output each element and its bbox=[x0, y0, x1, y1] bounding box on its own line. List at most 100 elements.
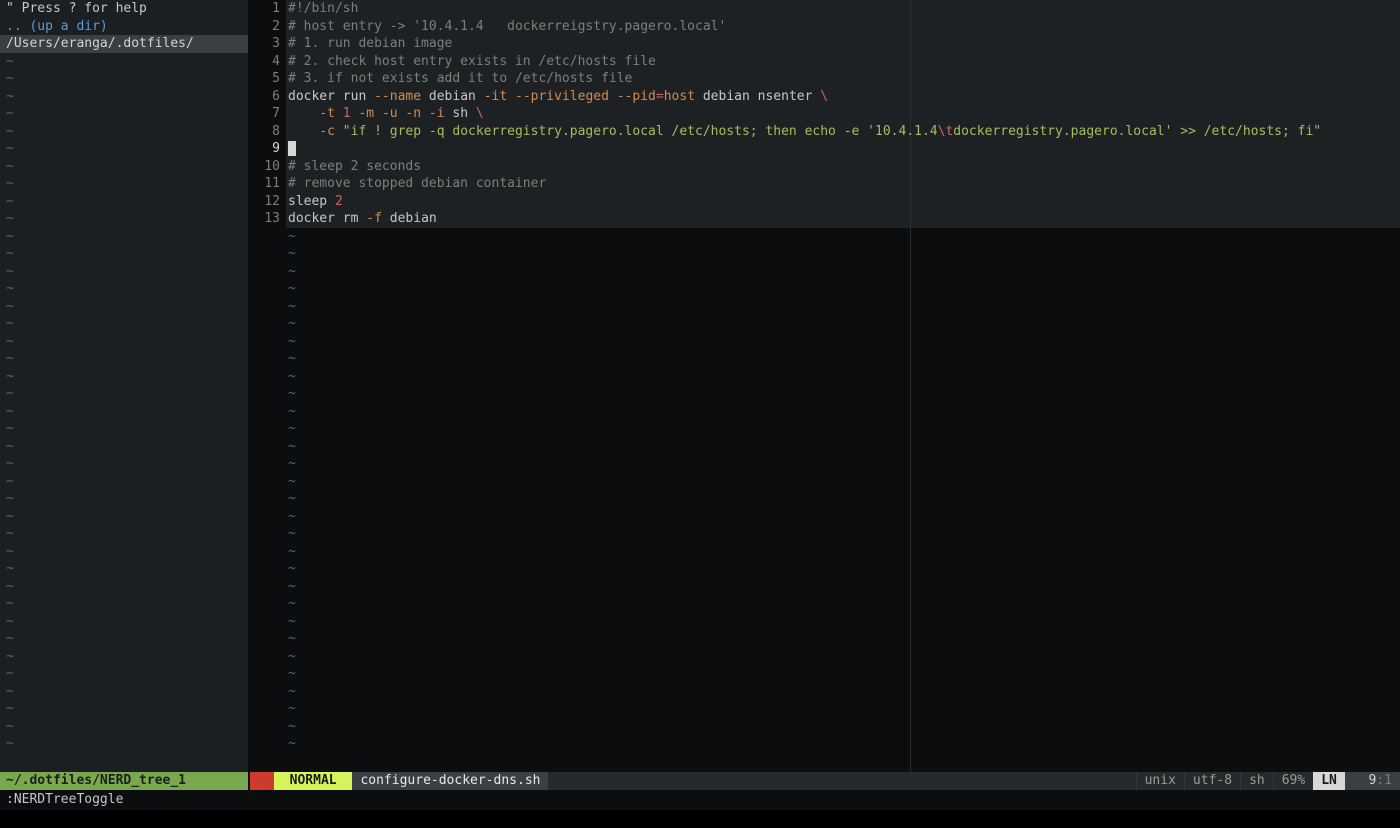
empty-line-tilde: ~ bbox=[286, 578, 1400, 596]
gutter-line-number: 6 bbox=[250, 88, 280, 106]
status-position: 9:1 bbox=[1345, 772, 1400, 790]
empty-line-tilde: ~ bbox=[0, 368, 248, 386]
empty-line-tilde: ~ bbox=[0, 105, 248, 123]
statusline-nerdtree: ~/.dotfiles/NERD_tree_1 bbox=[0, 772, 250, 790]
empty-line-tilde: ~ bbox=[0, 385, 248, 403]
empty-line-tilde: ~ bbox=[286, 455, 1400, 473]
empty-line-tilde: ~ bbox=[286, 525, 1400, 543]
empty-line-tilde: ~ bbox=[286, 473, 1400, 491]
empty-line-tilde: ~ bbox=[286, 665, 1400, 683]
vim-app: " Press ? for help .. (up a dir) /Users/… bbox=[0, 0, 1400, 828]
empty-line-tilde: ~ bbox=[0, 420, 248, 438]
nerdtree-root-path[interactable]: /Users/eranga/.dotfiles/ bbox=[0, 35, 248, 53]
empty-line-tilde: ~ bbox=[0, 735, 248, 753]
code-line-5: # 3. if not exists add it to /etc/hosts … bbox=[288, 71, 632, 86]
empty-line-tilde: ~ bbox=[286, 543, 1400, 561]
empty-line-tilde: ~ bbox=[0, 158, 248, 176]
nerdtree-pane[interactable]: " Press ? for help .. (up a dir) /Users/… bbox=[0, 0, 250, 772]
empty-line-tilde: ~ bbox=[0, 123, 248, 141]
empty-line-tilde: ~ bbox=[0, 315, 248, 333]
empty-line-tilde: ~ bbox=[0, 508, 248, 526]
empty-line-tilde: ~ bbox=[286, 613, 1400, 631]
empty-line-tilde: ~ bbox=[286, 385, 1400, 403]
empty-line-tilde: ~ bbox=[0, 175, 248, 193]
empty-line-tilde: ~ bbox=[0, 193, 248, 211]
code-line-12: sleep 2 bbox=[286, 193, 1400, 211]
empty-line-tilde: ~ bbox=[286, 298, 1400, 316]
gutter-line-number: 9 bbox=[250, 140, 280, 158]
empty-line-tilde: ~ bbox=[0, 718, 248, 736]
empty-line-tilde: ~ bbox=[0, 53, 248, 71]
empty-line-tilde: ~ bbox=[0, 88, 248, 106]
gutter-line-number: 5 bbox=[250, 70, 280, 88]
gutter-line-number: 4 bbox=[250, 53, 280, 71]
code-line-9-current bbox=[286, 140, 1400, 158]
empty-line-tilde: ~ bbox=[286, 630, 1400, 648]
code-line-7: -t 1 -m -u -n -i sh \ bbox=[286, 105, 1400, 123]
empty-line-tilde: ~ bbox=[0, 630, 248, 648]
empty-line-tilde: ~ bbox=[286, 648, 1400, 666]
empty-line-tilde: ~ bbox=[0, 613, 248, 631]
empty-line-tilde: ~ bbox=[0, 525, 248, 543]
empty-line-tilde: ~ bbox=[0, 245, 248, 263]
empty-line-tilde: ~ bbox=[286, 333, 1400, 351]
line-number-gutter: 12345678910111213 bbox=[250, 0, 286, 772]
empty-line-tilde: ~ bbox=[0, 280, 248, 298]
empty-line-tilde: ~ bbox=[286, 700, 1400, 718]
gutter-line-number: 12 bbox=[250, 193, 280, 211]
empty-line-tilde: ~ bbox=[286, 263, 1400, 281]
empty-line-tilde: ~ bbox=[286, 350, 1400, 368]
empty-line-tilde: ~ bbox=[286, 560, 1400, 578]
empty-line-tilde: ~ bbox=[0, 543, 248, 561]
status-ln-label: LN bbox=[1313, 772, 1345, 790]
status-encoding: utf-8 bbox=[1184, 772, 1240, 790]
code-content[interactable]: #!/bin/sh # host entry -> '10.4.1.4 dock… bbox=[286, 0, 1400, 753]
nerdtree-updir[interactable]: .. (up a dir) bbox=[0, 18, 248, 36]
empty-line-tilde: ~ bbox=[286, 490, 1400, 508]
empty-line-tilde: ~ bbox=[286, 718, 1400, 736]
status-fileformat: unix bbox=[1136, 772, 1184, 790]
empty-line-tilde: ~ bbox=[0, 263, 248, 281]
empty-line-tilde: ~ bbox=[286, 368, 1400, 386]
status-filename: configure-docker-dns.sh bbox=[352, 772, 548, 790]
gutter-line-number: 11 bbox=[250, 175, 280, 193]
empty-line-tilde: ~ bbox=[286, 683, 1400, 701]
statusline-editor: NORMAL configure-docker-dns.sh unix utf-… bbox=[250, 772, 1400, 790]
gutter-line-number: 7 bbox=[250, 105, 280, 123]
status-mode: NORMAL bbox=[274, 772, 353, 790]
empty-line-tilde: ~ bbox=[0, 298, 248, 316]
gutter-line-number: 8 bbox=[250, 123, 280, 141]
code-line-4: # 2. check host entry exists in /etc/hos… bbox=[288, 54, 656, 69]
empty-line-tilde: ~ bbox=[0, 490, 248, 508]
empty-line-tilde: ~ bbox=[286, 403, 1400, 421]
editor-pane[interactable]: 12345678910111213 #!/bin/sh # host entry… bbox=[250, 0, 1400, 772]
status-percent: 69% bbox=[1273, 772, 1313, 790]
empty-line-tilde: ~ bbox=[0, 473, 248, 491]
status-spacer bbox=[548, 772, 1135, 790]
status-filetype: sh bbox=[1240, 772, 1273, 790]
empty-line-tilde: ~ bbox=[286, 228, 1400, 246]
code-line-6: docker run --name debian -it --privilege… bbox=[286, 88, 1400, 106]
empty-line-tilde: ~ bbox=[0, 228, 248, 246]
gutter-line-number: 13 bbox=[250, 210, 280, 228]
empty-line-tilde: ~ bbox=[0, 578, 248, 596]
statusline-row: ~/.dotfiles/NERD_tree_1 NORMAL configure… bbox=[0, 772, 1400, 790]
code-line-13: docker rm -f debian bbox=[286, 210, 1400, 228]
gutter-line-number: 10 bbox=[250, 158, 280, 176]
status-flag bbox=[250, 772, 274, 790]
empty-line-tilde: ~ bbox=[0, 333, 248, 351]
cursor bbox=[288, 141, 296, 156]
empty-line-tilde: ~ bbox=[0, 140, 248, 158]
empty-line-tilde: ~ bbox=[0, 403, 248, 421]
command-line[interactable]: :NERDTreeToggle bbox=[0, 790, 1400, 810]
empty-line-tilde: ~ bbox=[0, 455, 248, 473]
empty-line-tilde: ~ bbox=[0, 350, 248, 368]
empty-line-tilde: ~ bbox=[0, 595, 248, 613]
empty-line-tilde: ~ bbox=[0, 665, 248, 683]
gutter-line-number: 3 bbox=[250, 35, 280, 53]
nerdtree-help: " Press ? for help bbox=[0, 0, 248, 18]
gutter-line-number: 2 bbox=[250, 18, 280, 36]
empty-line-tilde: ~ bbox=[286, 438, 1400, 456]
empty-line-tilde: ~ bbox=[0, 560, 248, 578]
empty-line-tilde: ~ bbox=[286, 315, 1400, 333]
